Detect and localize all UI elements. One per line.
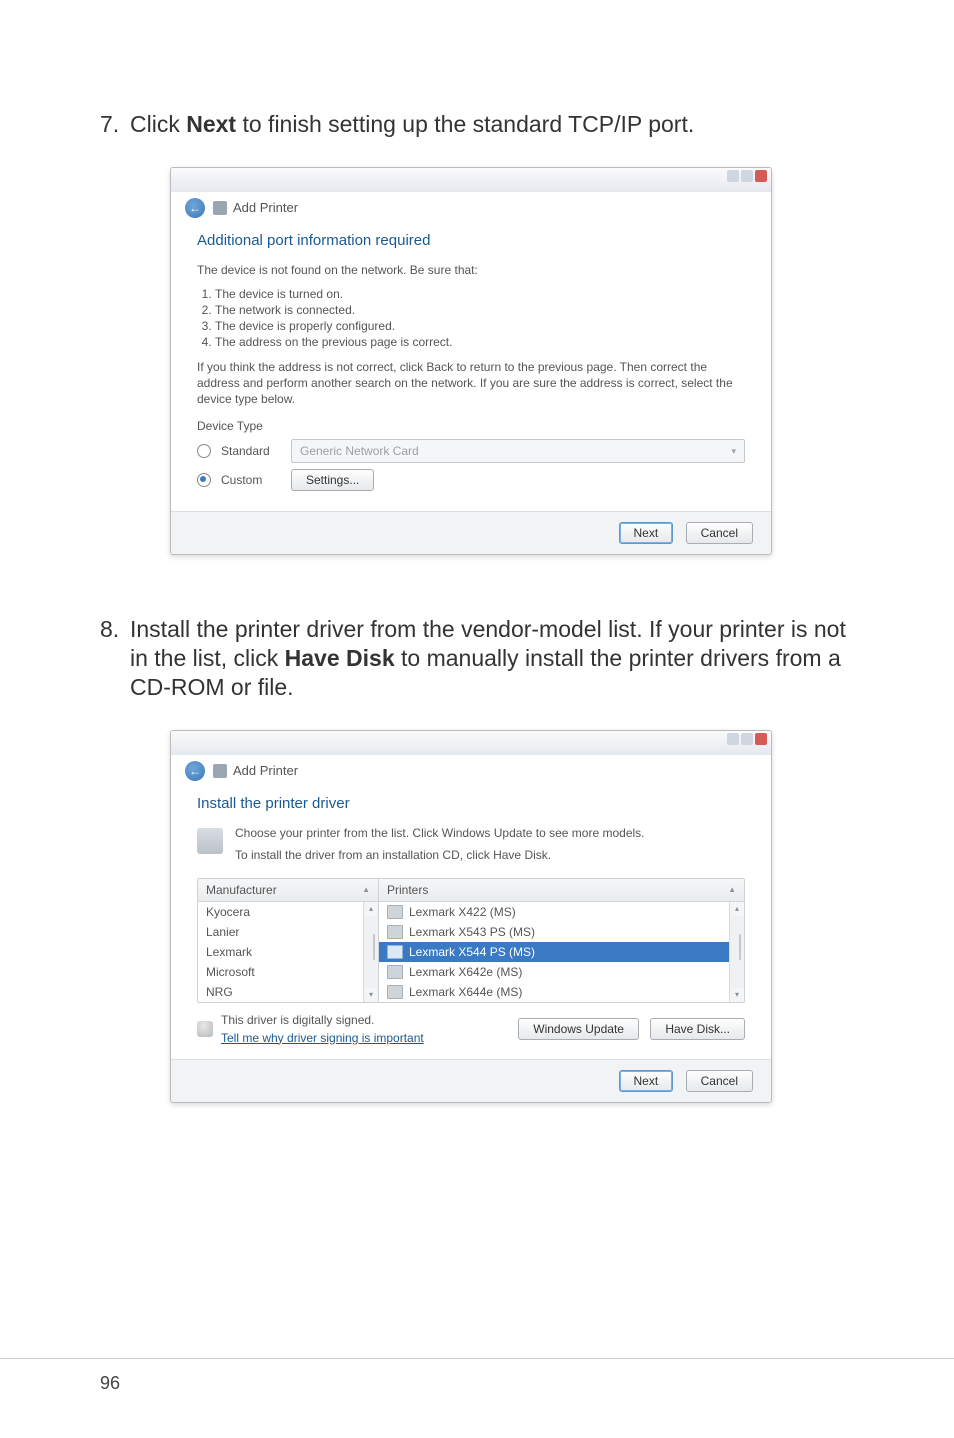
printer-large-icon [197,828,223,854]
list-item: Lexmark X543 PS (MS) [379,922,729,942]
maximize-icon[interactable] [741,733,753,745]
dialog-header: ← Add Printer [171,755,771,783]
arrow-left-icon: ← [189,201,201,215]
windows-update-button[interactable]: Windows Update [518,1018,639,1040]
arrow-left-icon: ← [189,764,201,778]
step-7-text: Click Next to finish setting up the stan… [130,110,854,139]
step-8: 8. Install the printer driver from the v… [100,615,854,701]
list-item: Lanier [198,922,363,942]
radio-custom[interactable] [197,473,211,487]
printer-small-icon [387,945,403,959]
row-standard: Standard Generic Network Card ▾ [197,439,745,463]
list-item: Lexmark X422 (MS) [379,902,729,922]
scrollbar[interactable]: ▴ ▾ [729,902,744,1002]
list-item: Kyocera [198,902,363,922]
dialog-additional-port-info: ← Add Printer Additional port informatio… [170,167,772,556]
dialog-heading: Install the printer driver [197,795,745,812]
back-button[interactable]: ← [185,761,205,781]
list-item-selected: Lexmark X544 PS (MS) [379,942,729,962]
list-item: Microsoft [198,962,363,982]
manufacturer-list[interactable]: Kyocera Lanier Lexmark Microsoft NRG [198,902,363,1002]
checklist: The device is turned on. The network is … [215,287,745,349]
note-text: If you think the address is not correct,… [197,359,745,408]
printers-list[interactable]: Lexmark X422 (MS) Lexmark X543 PS (MS) L… [379,902,729,1002]
list-item: NRG [198,982,363,1002]
settings-button[interactable]: Settings... [291,469,374,491]
standard-combo[interactable]: Generic Network Card ▾ [291,439,745,463]
scroll-up-icon[interactable]: ▴ [364,902,378,916]
signed-text: This driver is digitally signed. [221,1013,424,1027]
printer-small-icon [387,965,403,979]
minimize-icon[interactable] [727,170,739,182]
printer-small-icon [387,905,403,919]
list-item: Lexmark X644e (MS) [379,982,729,1002]
checklist-item: The device is properly configured. [215,319,745,333]
close-icon[interactable] [755,733,767,745]
step-8-text: Install the printer driver from the vend… [130,615,854,701]
checklist-item: The address on the previous page is corr… [215,335,745,349]
row-custom: Custom Settings... [197,469,745,491]
manufacturer-header[interactable]: Manufacturer ▲ [198,879,378,902]
device-type-label: Device Type [197,419,745,433]
dialog-install-driver: ← Add Printer Install the printer driver… [170,730,772,1103]
step-7-post: to finish setting up the standard TCP/IP… [236,111,694,137]
checklist-item: The network is connected. [215,303,745,317]
standard-combo-value: Generic Network Card [300,444,419,458]
sort-icon: ▲ [362,885,370,894]
titlebar [171,731,771,755]
dialog-footer: Next Cancel [171,511,771,554]
step-8-number: 8. [100,615,130,701]
scroll-down-icon[interactable]: ▾ [730,988,744,1002]
dialog-heading: Additional port information required [197,232,745,249]
printers-column: Printers ▲ Lexmark X422 (MS) Lexmark X54… [379,879,744,1002]
printer-small-icon [387,925,403,939]
printers-header-label: Printers [387,883,428,897]
shield-icon [197,1021,213,1037]
back-button[interactable]: ← [185,198,205,218]
step-7-pre: Click [130,111,186,137]
list-item: Lexmark X642e (MS) [379,962,729,982]
standard-label: Standard [221,444,291,458]
cancel-button[interactable]: Cancel [686,1070,753,1092]
titlebar [171,168,771,192]
scroll-down-icon[interactable]: ▾ [364,988,378,1002]
manufacturer-column: Manufacturer ▲ Kyocera Lanier Lexmark Mi… [198,879,379,1002]
scroll-up-icon[interactable]: ▴ [730,902,744,916]
driver-panes: Manufacturer ▲ Kyocera Lanier Lexmark Mi… [197,878,745,1003]
next-button[interactable]: Next [619,1070,674,1092]
checklist-item: The device is turned on. [215,287,745,301]
cancel-button[interactable]: Cancel [686,522,753,544]
printers-header[interactable]: Printers ▲ [379,879,744,902]
manufacturer-header-label: Manufacturer [206,883,277,897]
have-disk-button[interactable]: Have Disk... [650,1018,745,1040]
step-7-bold: Next [186,111,236,137]
signing-row: This driver is digitally signed. Tell me… [197,1013,745,1045]
step-8-bold: Have Disk [285,645,395,671]
maximize-icon[interactable] [741,170,753,182]
custom-label: Custom [221,473,291,487]
next-button[interactable]: Next [619,522,674,544]
printer-small-icon [387,985,403,999]
instruction-line2: To install the driver from an installati… [197,848,745,862]
scrollbar[interactable]: ▴ ▾ [363,902,378,1002]
instruction-line1: Choose your printer from the list. Click… [197,826,745,840]
step-7: 7. Click Next to finish setting up the s… [100,110,854,139]
signing-link[interactable]: Tell me why driver signing is important [221,1031,424,1045]
dialog-title: Add Printer [233,200,298,215]
radio-standard[interactable] [197,444,211,458]
dialog-footer: Next Cancel [171,1059,771,1102]
dialog-title: Add Printer [233,763,298,778]
sort-icon: ▲ [728,885,736,894]
subtitle: The device is not found on the network. … [197,263,745,277]
chevron-down-icon: ▾ [731,446,736,457]
dialog-header: ← Add Printer [171,192,771,220]
page-number: 96 [0,1358,954,1394]
list-item: Lexmark [198,942,363,962]
close-icon[interactable] [755,170,767,182]
printer-icon [213,201,227,215]
step-7-number: 7. [100,110,130,139]
minimize-icon[interactable] [727,733,739,745]
printer-icon [213,764,227,778]
